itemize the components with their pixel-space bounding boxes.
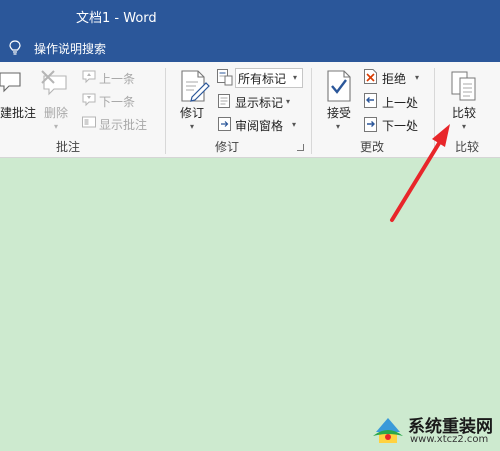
watermark: 系统重装网 www.xtcz2.com xyxy=(370,410,500,451)
arrow-shaft xyxy=(390,138,443,222)
arrow-head xyxy=(432,124,450,147)
site-logo-icon xyxy=(373,418,403,443)
watermark-url: www.xtcz2.com xyxy=(410,434,489,445)
annotation-arrow xyxy=(390,124,450,222)
